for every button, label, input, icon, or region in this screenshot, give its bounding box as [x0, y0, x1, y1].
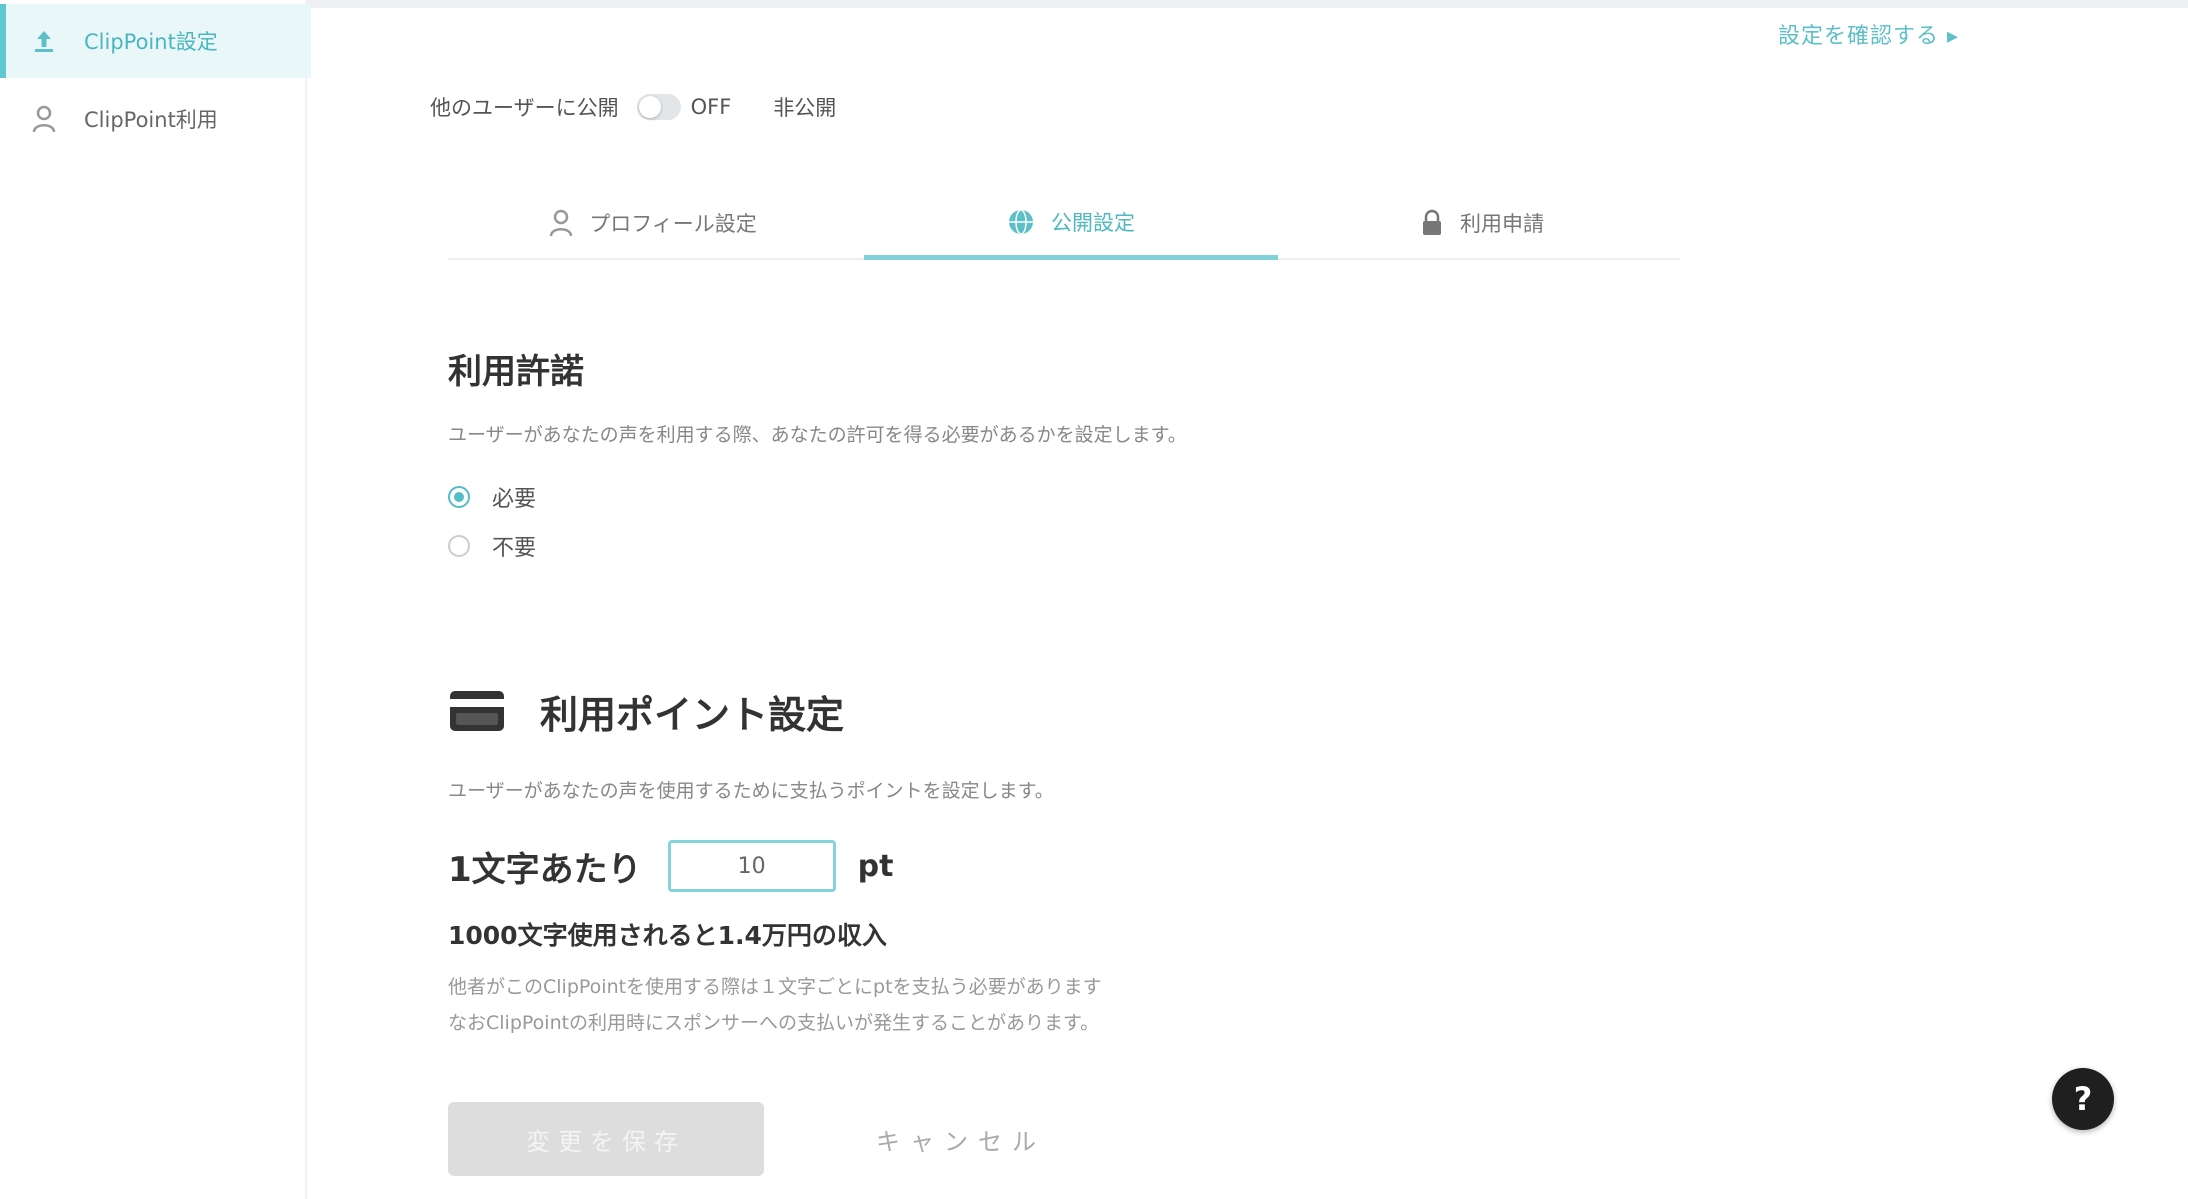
per-char-label: 1文字あたり — [448, 849, 642, 890]
per-char-row: 1文字あたり pt — [448, 840, 894, 892]
sidebar: ClipPoint設定 ClipPoint利用 — [0, 0, 311, 1199]
tab-label: 利用申請 — [1460, 212, 1544, 236]
earnings-estimate: 1000文字使用されると1.4万円の収入 — [448, 921, 887, 950]
publish-toggle[interactable] — [636, 94, 681, 120]
sidebar-item-clippoint-usage[interactable]: ClipPoint利用 — [0, 82, 305, 156]
radio-required[interactable]: 必要 — [448, 481, 536, 513]
points-title: 利用ポイント設定 — [540, 693, 845, 737]
sidebar-item-label: ClipPoint利用 — [84, 108, 218, 132]
points-desc: ユーザーがあなたの声を使用するために支払うポイントを設定します。 — [448, 780, 1054, 802]
points-unit: pt — [857, 848, 894, 884]
radio-not-required[interactable]: 不要 — [448, 530, 536, 562]
settings-tabs: プロフィール設定 公開設定 利用申請 — [448, 188, 1680, 260]
usage-permission-title: 利用許諾 — [448, 352, 584, 392]
sidebar-item-clippoint-settings[interactable]: ClipPoint設定 — [0, 4, 311, 78]
save-button[interactable]: 変更を保存 — [448, 1102, 764, 1176]
cancel-button[interactable]: キャンセル — [876, 1122, 1046, 1157]
points-header: 利用ポイント設定 — [448, 684, 844, 739]
help-icon: ? — [2073, 1080, 2093, 1118]
tab-usage-request[interactable]: 利用申請 — [1284, 188, 1680, 258]
globe-icon — [1007, 208, 1035, 236]
publish-status: 非公開 — [773, 96, 837, 120]
points-note-1: 他者がこのClipPointを使用する際は１文字ごとにptを支払う必要があります — [448, 976, 1102, 998]
tab-public-settings[interactable]: 公開設定 — [864, 188, 1278, 260]
help-button[interactable]: ? — [2052, 1068, 2114, 1130]
radio-label: 必要 — [492, 487, 537, 512]
tab-label: プロフィール設定 — [589, 212, 757, 236]
lock-icon — [1420, 209, 1444, 237]
tab-profile[interactable]: プロフィール設定 — [448, 188, 858, 258]
radio-circle[interactable] — [448, 535, 470, 557]
upload-icon — [30, 27, 58, 55]
radio-label: 不要 — [492, 536, 537, 561]
publish-row: 他のユーザーに公開 OFF 非公開 — [430, 92, 836, 122]
user-icon — [549, 209, 573, 237]
usage-permission-desc: ユーザーがあなたの声を利用する際、あなたの許可を得る必要があるかを設定します。 — [448, 424, 1187, 446]
tab-label: 公開設定 — [1051, 210, 1135, 235]
points-per-char-input[interactable] — [667, 840, 836, 892]
user-icon — [30, 105, 58, 133]
radio-circle-checked[interactable] — [448, 486, 470, 508]
sidebar-item-label: ClipPoint設定 — [84, 30, 218, 54]
wallet-icon — [448, 687, 506, 737]
top-bar — [0, 0, 2188, 8]
toggle-state-label: OFF — [690, 95, 732, 119]
points-note-2: なおClipPointの利用時にスポンサーへの支払いが発生することがあります。 — [448, 1012, 1100, 1034]
publish-label: 他のユーザーに公開 — [430, 96, 619, 120]
toggle-knob — [638, 96, 661, 118]
view-settings-link[interactable]: 設定を確認する ▸ — [1778, 18, 1959, 50]
